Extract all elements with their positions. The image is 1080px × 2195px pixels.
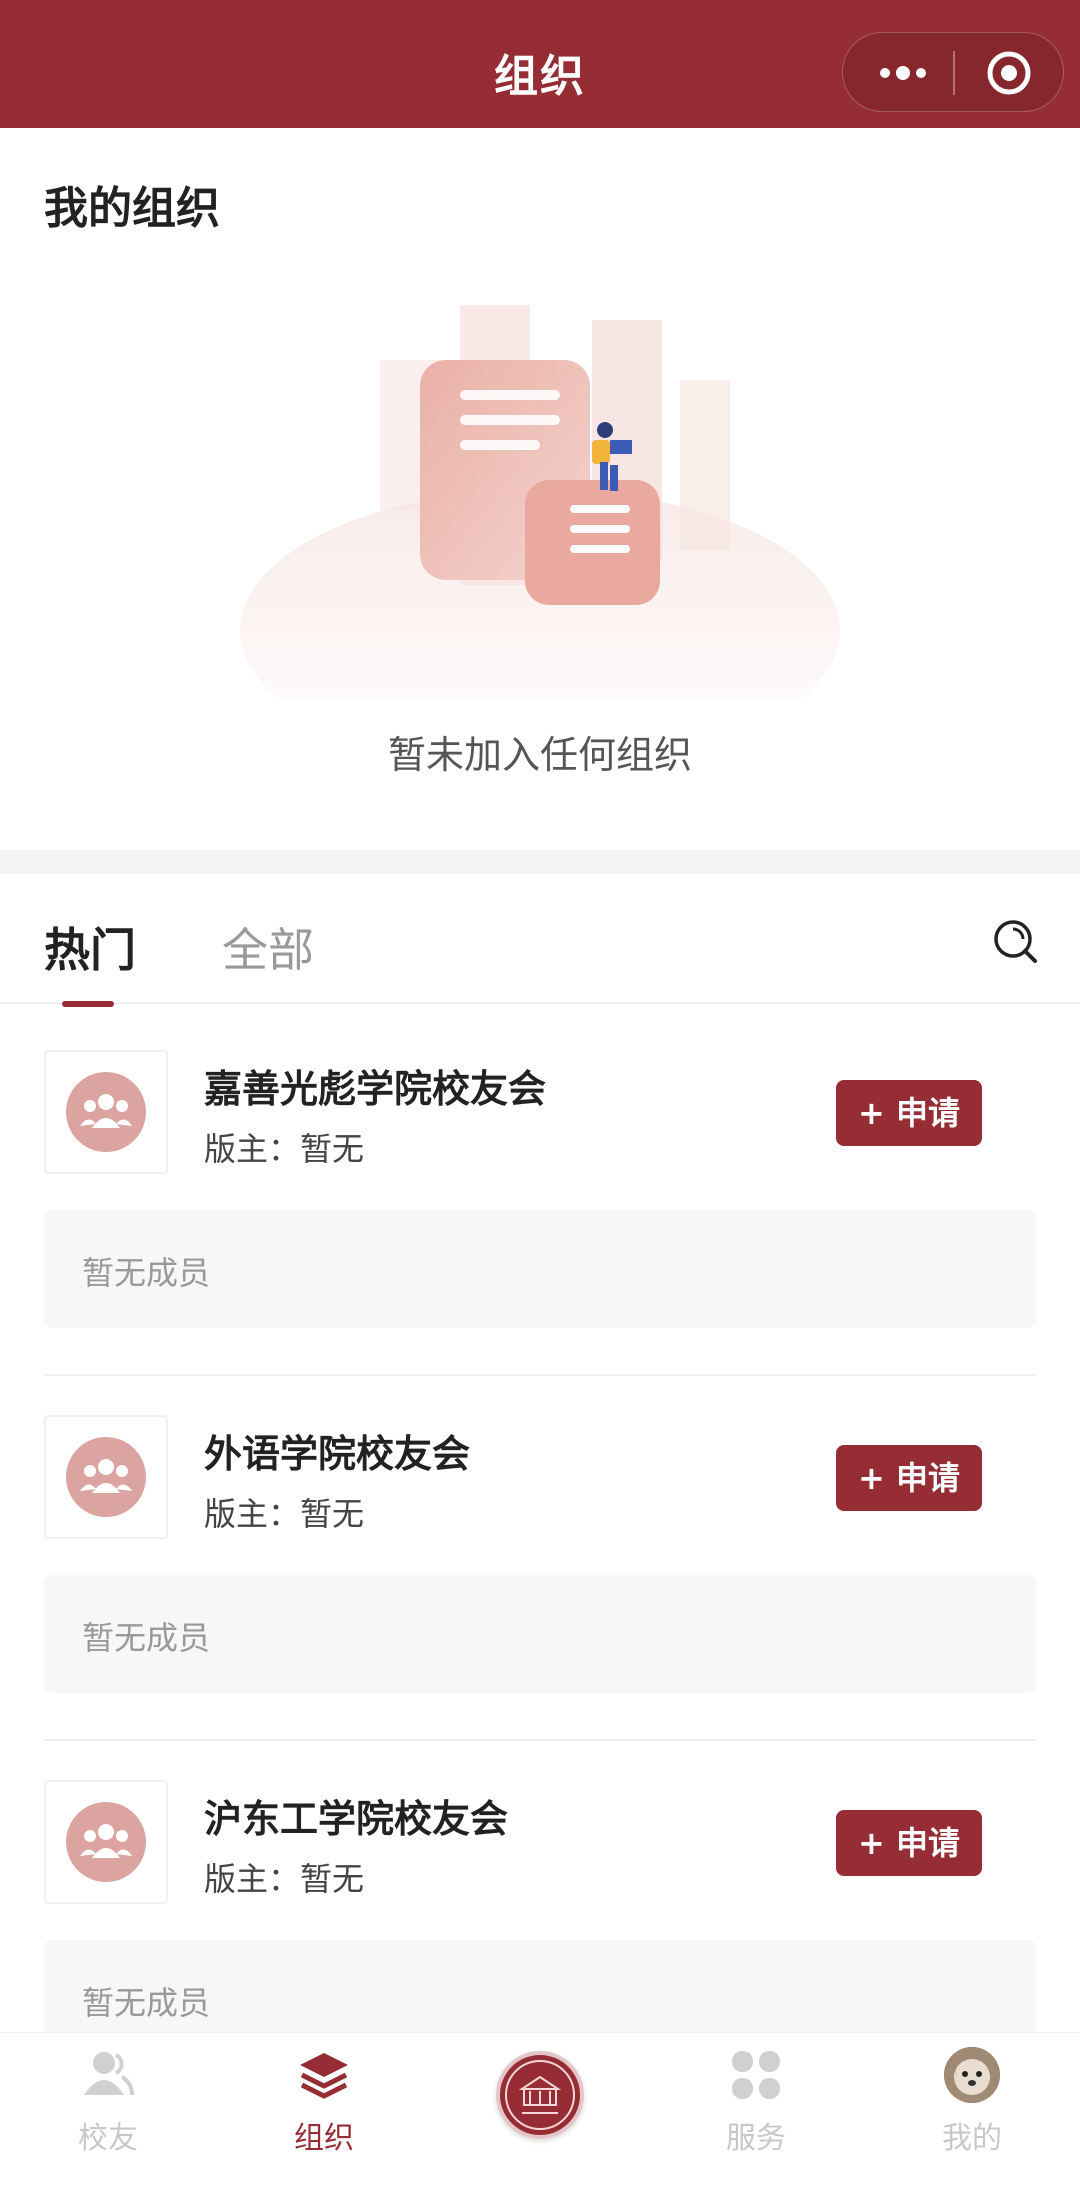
org-card: 嘉善光彪学院校友会 版主：暂无 + 申请 暂无成员 [0, 1050, 1080, 1415]
apply-button[interactable]: + 申请 [836, 1080, 982, 1146]
apply-button[interactable]: + 申请 [836, 1445, 982, 1511]
owner-label: 版主： [204, 1860, 301, 1898]
org-avatar [44, 1415, 168, 1539]
section-divider [0, 850, 1080, 874]
org-avatar [44, 1780, 168, 1904]
members-text: 暂无成员 [82, 1254, 211, 1292]
bottom-nav: 校友 组织 服务 我的 [0, 2032, 1080, 2195]
members-box: 暂无成员 [44, 1210, 1036, 1328]
org-name[interactable]: 沪东工学院校友会 [204, 1788, 508, 1843]
search-icon[interactable] [990, 916, 1040, 966]
group-icon [66, 1802, 146, 1882]
org-owner: 版主：暂无 [204, 1489, 364, 1535]
org-card: 外语学院校友会 版主：暂无 + 申请 暂无成员 [0, 1415, 1080, 1780]
app-root: 组织 我的组织 暂未加入任何组织 热门 全部 嘉善光彪学院校友会 版主：暂无 +… [0, 0, 1080, 2195]
owner-label: 版主： [204, 1130, 301, 1168]
owner-value: 暂无 [300, 1495, 365, 1533]
card-divider [44, 1374, 1036, 1376]
tab-all[interactable]: 全部 [222, 914, 314, 980]
nav-label: 校友 [78, 2121, 138, 2156]
org-name[interactable]: 外语学院校友会 [204, 1423, 470, 1478]
layers-icon [300, 2053, 348, 2099]
group-icon [66, 1072, 146, 1152]
members-box: 暂无成员 [44, 1575, 1036, 1693]
more-icon[interactable] [877, 61, 929, 85]
org-avatar [44, 1050, 168, 1174]
org-owner: 版主：暂无 [204, 1124, 364, 1170]
nav-label: 组织 [294, 2121, 354, 2156]
owner-value: 暂无 [300, 1130, 365, 1168]
avatar [944, 2047, 1000, 2103]
empty-state-text: 暂未加入任何组织 [387, 733, 692, 777]
school-emblem-button[interactable] [496, 2051, 584, 2139]
group-icon [66, 1437, 146, 1517]
owner-label: 版主： [204, 1495, 301, 1533]
tab-hot[interactable]: 热门 [44, 914, 136, 980]
org-tabs: 热门 全部 [0, 874, 1080, 1007]
tab-active-indicator [62, 1001, 114, 1007]
close-miniprogram-icon[interactable] [985, 49, 1033, 97]
members-text: 暂无成员 [82, 1984, 211, 2022]
school-emblem-icon [505, 2060, 575, 2130]
org-owner: 版主：暂无 [204, 1854, 364, 1900]
empty-state-illustration [240, 305, 840, 700]
nav-item-alumni[interactable]: 校友 [0, 2033, 216, 2195]
alumni-icon [84, 2052, 134, 2096]
mini-program-capsule [842, 32, 1064, 112]
my-orgs-title: 我的组织 [44, 183, 220, 234]
card-divider [44, 1739, 1036, 1741]
nav-item-orgs[interactable]: 组织 [216, 2033, 432, 2195]
nav-item-mine[interactable]: 我的 [864, 2033, 1080, 2195]
top-bar: 组织 [0, 0, 1080, 128]
nav-item-services[interactable]: 服务 [648, 2033, 864, 2195]
members-text: 暂无成员 [82, 1619, 211, 1657]
org-name[interactable]: 嘉善光彪学院校友会 [204, 1058, 546, 1113]
grid-icon [732, 2051, 780, 2099]
owner-value: 暂无 [300, 1860, 365, 1898]
nav-label: 我的 [942, 2121, 1002, 2156]
apply-button[interactable]: + 申请 [836, 1810, 982, 1876]
capsule-divider [953, 51, 955, 95]
nav-label: 服务 [726, 2121, 786, 2156]
